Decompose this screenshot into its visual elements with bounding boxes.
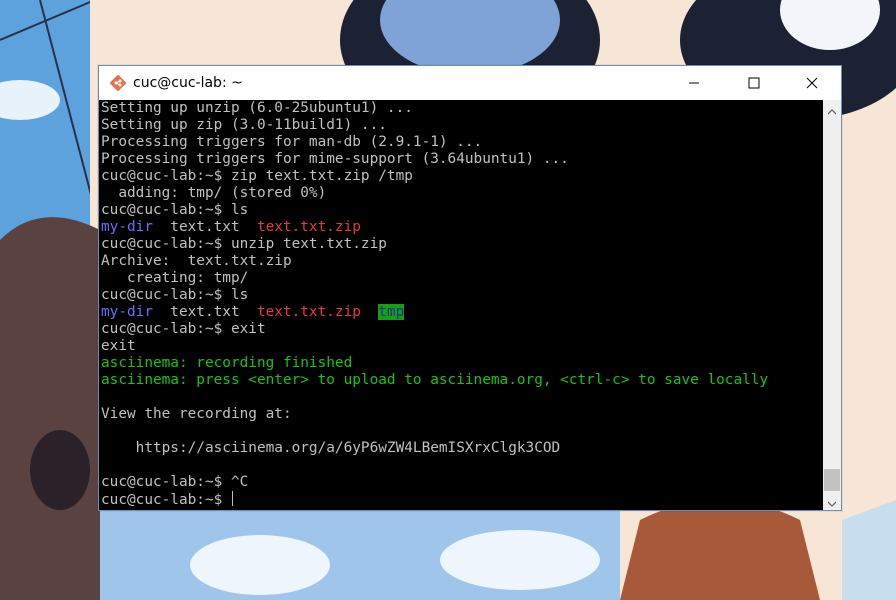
terminal-text: asciinema: press <enter> to upload to as… (101, 372, 769, 388)
terminal-output[interactable]: Setting up unzip (6.0-25ubuntu1) ... Sett… (99, 100, 823, 510)
terminal-text: Setting up unzip (6.0-25ubuntu1) ... (101, 100, 413, 116)
scroll-up-arrow-icon (827, 100, 837, 119)
terminal-text: cuc@cuc-lab:~$ ls (101, 287, 249, 303)
terminal-text: cuc@cuc-lab:~$ (101, 492, 231, 508)
terminal-text: my-dir (101, 219, 153, 235)
terminal-text: text.txt.zip (256, 304, 361, 320)
terminal-text: creating: tmp/ (101, 270, 249, 286)
terminal-text: asciinema: recording finished (101, 355, 353, 371)
terminal-line: creating: tmp/ (101, 270, 768, 287)
terminal-text: https://asciinema.org/a/6yP6wZW4LBemISXr… (101, 440, 561, 456)
minimize-icon (688, 74, 700, 93)
terminal-line: exit (101, 338, 768, 355)
terminal-line: Archive: text.txt.zip (101, 253, 768, 270)
close-icon (806, 74, 818, 93)
terminal-line: Processing triggers for mime-support (3.… (101, 151, 768, 168)
terminal-line: https://asciinema.org/a/6yP6wZW4LBemISXr… (101, 440, 768, 457)
terminal-text: exit (101, 338, 136, 354)
terminal-line: View the recording at: (101, 406, 768, 423)
terminal-text: adding: tmp/ (stored 0%) (101, 185, 327, 201)
terminal-text: cuc@cuc-lab:~$ ls (101, 202, 249, 218)
terminal-line: cuc@cuc-lab:~$ (101, 491, 768, 508)
terminal-text: Processing triggers for man-db (2.9.1-1)… (101, 134, 483, 150)
scroll-up-button[interactable] (823, 100, 841, 118)
terminal-window[interactable]: cuc@cuc-lab: ~ Setting up unzip (6.0-25u… (98, 65, 842, 511)
terminal-line: my-dir text.txt text.txt.zip tmp (101, 304, 768, 321)
terminal-text: Setting up zip (3.0-11build1) ... (101, 117, 387, 133)
terminal-line: asciinema: recording finished (101, 355, 768, 372)
terminal-text: text.txt (152, 304, 257, 320)
terminal-text: tmp (378, 304, 405, 320)
terminal-line: cuc@cuc-lab:~$ unzip text.txt.zip (101, 236, 768, 253)
terminal-lines: Setting up unzip (6.0-25ubuntu1) ... Sett… (101, 100, 768, 508)
terminal-line: cuc@cuc-lab:~$ ls (101, 287, 768, 304)
terminal-text: cuc@cuc-lab:~$ exit (101, 321, 266, 337)
terminal-line: Processing triggers for man-db (2.9.1-1)… (101, 134, 768, 151)
minimize-button[interactable] (665, 66, 723, 100)
terminal-line: cuc@cuc-lab:~$ ^C (101, 474, 768, 491)
scrollbar-thumb[interactable] (824, 469, 840, 491)
terminal-text: Archive: text.txt.zip (101, 253, 292, 269)
terminal-text: Processing triggers for mime-support (3.… (101, 151, 569, 167)
terminal-line: asciinema: press <enter> to upload to as… (101, 372, 768, 389)
terminal-line: cuc@cuc-lab:~$ ls (101, 202, 768, 219)
terminal-text: cuc@cuc-lab:~$ unzip text.txt.zip (101, 236, 387, 252)
close-button[interactable] (783, 66, 841, 100)
terminal-line: cuc@cuc-lab:~$ zip text.txt.zip /tmp (101, 168, 768, 185)
maximize-button[interactable] (725, 66, 783, 100)
text-cursor (231, 491, 233, 506)
terminal-text: text.txt.zip (256, 219, 361, 235)
terminal-line: Setting up unzip (6.0-25ubuntu1) ... (101, 100, 768, 117)
window-title: cuc@cuc-lab: ~ (133, 75, 243, 91)
maximize-icon (748, 74, 760, 93)
terminal-line: my-dir text.txt text.txt.zip (101, 219, 768, 236)
terminal-line: Setting up zip (3.0-11build1) ... (101, 117, 768, 134)
terminal-line: adding: tmp/ (stored 0%) (101, 185, 768, 202)
scroll-down-arrow-icon (827, 492, 837, 511)
terminal-line: cuc@cuc-lab:~$ exit (101, 321, 768, 338)
terminal-text: View the recording at: (101, 406, 292, 422)
terminal-text: my-dir (101, 304, 153, 320)
title-bar[interactable]: cuc@cuc-lab: ~ (99, 66, 841, 100)
terminal-text: cuc@cuc-lab:~$ ^C (101, 474, 249, 490)
vertical-scrollbar[interactable] (823, 100, 841, 510)
terminal-text: cuc@cuc-lab:~$ zip text.txt.zip /tmp (101, 168, 413, 184)
git-bash-icon (109, 74, 127, 92)
terminal-text: text.txt (152, 219, 257, 235)
scroll-down-button[interactable] (823, 492, 841, 510)
